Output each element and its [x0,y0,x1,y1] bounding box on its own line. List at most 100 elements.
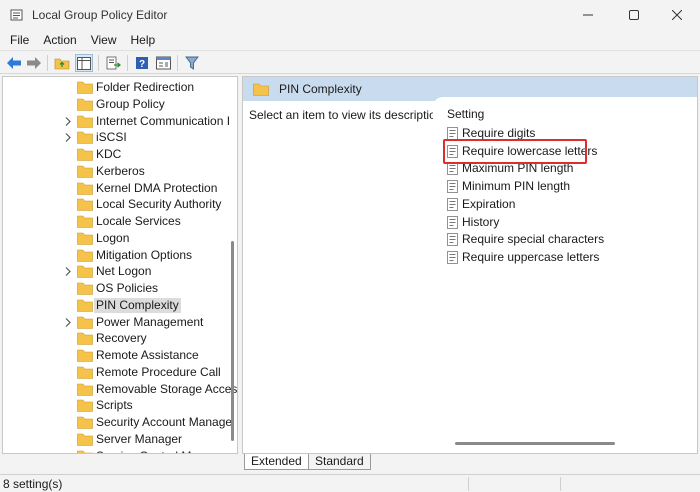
folder-icon [77,131,93,145]
policy-setting-icon [447,197,458,211]
tree-item[interactable]: Internet Communication I [3,113,230,130]
navigation-tree[interactable]: Folder Redirection Group Policy Internet C… [2,76,238,454]
setting-label: History [462,214,500,229]
tree-item[interactable]: Local Security Authority [3,196,229,213]
tree-item[interactable]: Recovery [3,330,229,347]
tab-standard[interactable]: Standard [308,454,371,470]
export-list-icon[interactable] [104,54,122,72]
folder-icon [77,399,93,413]
setting-row[interactable]: Minimum PIN length [447,178,607,195]
tree-item[interactable]: OS Policies [3,280,229,297]
menu-bar: File Action View Help [0,30,700,50]
setting-label: Require uppercase letters [462,249,600,264]
column-header-setting[interactable]: Setting [447,107,484,121]
folder-icon [77,433,93,446]
policy-editor-app-icon [10,8,24,22]
forward-arrow-icon[interactable] [25,54,43,72]
tree-item[interactable]: Mitigation Options [3,247,229,264]
menu-view[interactable]: View [84,30,124,50]
folder-icon [77,81,93,94]
tree-item[interactable]: Security Account Manage [3,414,232,431]
tree-item[interactable]: Remote Assistance [3,347,229,364]
policy-setting-icon [447,215,458,229]
tree-item[interactable]: Scripts [3,397,229,414]
setting-row[interactable]: History [447,214,607,231]
details-header-title: PIN Complexity [279,82,362,96]
tree-item[interactable]: iSCSI [3,129,229,146]
tree-item[interactable]: Locale Services [3,213,229,230]
filter-icon[interactable] [183,54,201,72]
toolbar: ? [0,50,700,74]
tree-item[interactable]: Kerberos [3,163,229,180]
setting-label: Expiration [462,196,516,211]
tree-item[interactable]: Group Policy [3,96,229,113]
folder-icon [77,249,93,262]
folder-icon [77,316,93,329]
tree-item[interactable]: Power Management [3,314,229,331]
properties-icon[interactable] [154,54,172,72]
folder-icon [77,450,93,453]
chevron-right-icon[interactable] [63,317,73,328]
status-bar: 8 setting(s) [0,474,700,492]
chevron-right-icon[interactable] [63,116,73,127]
details-horizontal-scrollbar[interactable] [455,442,615,445]
tree-vertical-scrollbar[interactable] [231,241,234,441]
tree-item-label: Service Control Manager [94,449,231,454]
tree-item[interactable]: Kernel DMA Protection [3,180,229,197]
tab-extended[interactable]: Extended [244,454,309,470]
tree-item-label: Kerberos [96,163,145,178]
policy-setting-icon [447,180,458,193]
setting-row[interactable]: Expiration [447,196,607,213]
tree-item[interactable]: Removable Storage Acces [3,381,237,398]
folder-icon [77,416,93,429]
folder-icon [77,148,93,161]
folder-icon [77,215,93,228]
back-arrow-icon[interactable] [5,54,23,72]
tree-item[interactable]: Logon [3,230,229,247]
close-button[interactable] [654,0,700,30]
folder-icon [77,265,93,279]
folder-icon [77,198,93,212]
folder-icon [77,165,93,178]
minimize-button[interactable] [565,0,611,30]
tree-item[interactable]: Remote Procedure Call [3,364,229,381]
tree-item[interactable]: Folder Redirection [3,79,229,96]
chevron-right-icon[interactable] [63,266,73,277]
toolbar-separator [177,55,178,71]
help-icon[interactable]: ? [133,54,151,72]
menu-file[interactable]: File [3,30,36,50]
setting-row[interactable]: Require special characters [447,231,607,248]
tree-item-label: Removable Storage Acces [96,381,238,396]
folder-icon [77,366,93,379]
policy-setting-icon [447,250,458,264]
setting-row[interactable]: Require uppercase letters [447,249,607,266]
highlight-annotation-box [443,139,587,164]
maximize-button[interactable] [611,0,657,30]
details-pane: PIN Complexity Select an item to view it… [242,76,698,454]
menu-help[interactable]: Help [124,30,163,50]
up-folder-icon[interactable] [53,54,71,72]
tree-item[interactable]: Server Manager [3,431,229,448]
tree-item[interactable]: PIN Complexity [3,297,229,314]
tree-item-label: Scripts [96,398,133,413]
menu-action[interactable]: Action [36,30,83,50]
tree-item[interactable]: KDC [3,146,229,163]
folder-icon [77,282,93,295]
tree-item[interactable]: Service Control Manager [3,448,231,454]
window-title: Local Group Policy Editor [32,8,168,22]
folder-icon [77,182,93,195]
status-divider [468,477,469,491]
tree-item-label: Server Manager [96,431,183,446]
tree-item-label: Recovery [96,331,147,346]
tree-item[interactable]: Net Logon [3,263,229,280]
tree-item-label: Net Logon [96,264,152,279]
tree-item-label: Local Security Authority [96,197,222,212]
tree-item-label: KDC [96,147,122,161]
folder-icon [77,299,93,312]
chevron-right-icon[interactable] [63,132,73,143]
show-hide-tree-icon[interactable] [75,54,93,72]
status-divider [560,477,561,491]
folder-icon [77,383,93,396]
setting-label: Require digits [462,126,536,140]
description-text: Select an item to view its description. [249,108,446,122]
